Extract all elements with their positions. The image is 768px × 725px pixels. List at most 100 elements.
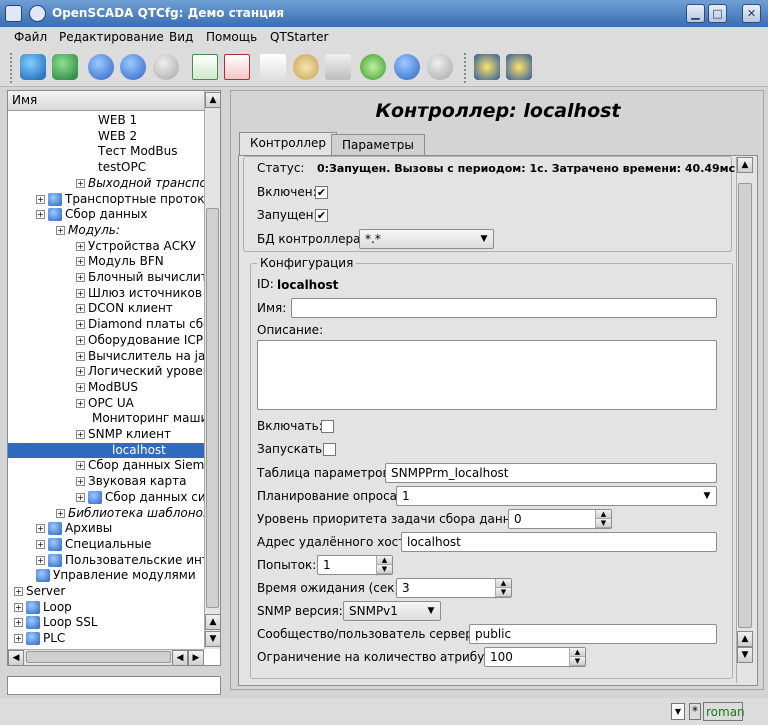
menu-file[interactable]: Файл: [14, 30, 47, 44]
expand-icon[interactable]: +: [76, 430, 85, 439]
expand-icon[interactable]: +: [76, 351, 85, 361]
expand-icon[interactable]: +: [76, 367, 85, 377]
expand-icon[interactable]: +: [36, 210, 45, 220]
expand-icon[interactable]: +: [76, 273, 85, 282]
spin-up-icon[interactable]: ▲: [496, 579, 511, 588]
spin-down-icon[interactable]: ▼: [377, 565, 392, 574]
panel-vertical-scrollbar[interactable]: ▲ ▲ ▼: [736, 157, 754, 683]
spin-up-icon[interactable]: ▲: [596, 510, 611, 519]
tree-item[interactable]: +Логический уровень: [76, 364, 204, 379]
expand-icon[interactable]: +: [36, 539, 45, 549]
scroll-right-icon[interactable]: ▶: [188, 650, 204, 666]
connect-icon[interactable]: [474, 54, 500, 80]
timeout-spinner[interactable]: ▲ ▼: [495, 579, 511, 599]
expand-icon[interactable]: +: [76, 492, 85, 502]
tab-controller[interactable]: Контроллер: [239, 132, 337, 156]
tree-item[interactable]: +Вычислитель на java: [76, 349, 204, 364]
tree-item[interactable]: +Блочный вычислитель: [76, 270, 204, 285]
tree-item[interactable]: + SNMP клиент: [76, 427, 171, 442]
toolbar-grip[interactable]: [10, 53, 13, 83]
priority-spinner[interactable]: ▲ ▼: [595, 510, 611, 530]
tree-item[interactable]: + Модуль BFN: [76, 254, 164, 269]
tree-item[interactable]: + Сбор данных системы: [76, 490, 204, 505]
navigation-tree[interactable]: Имя WEB 1 WEB 2 Тест ModBus testOPC + Выходно…: [7, 90, 221, 666]
retries-field[interactable]: 1 ▲ ▼: [317, 555, 393, 576]
tree-item[interactable]: + ModBUS: [76, 380, 138, 395]
scroll-left-icon-2[interactable]: ◀: [172, 650, 188, 666]
spin-down-icon[interactable]: ▼: [570, 657, 585, 666]
tree-item[interactable]: + OPC UA: [76, 396, 134, 411]
tree-item[interactable]: + Пользовательские интерфейсы: [36, 553, 204, 568]
close-icon[interactable]: ✕: [742, 4, 761, 23]
schedule-combo[interactable]: 1 ▼: [396, 486, 717, 506]
stop-icon[interactable]: [427, 54, 453, 80]
tree-vertical-scrollbar[interactable]: ▲ ▲ ▼: [204, 91, 221, 649]
expand-icon[interactable]: +: [36, 555, 45, 565]
expand-icon[interactable]: +: [76, 288, 85, 298]
tree-item[interactable]: localhost: [8, 442, 204, 458]
menu-view[interactable]: Вид: [169, 30, 193, 44]
expand-icon[interactable]: +: [14, 587, 23, 596]
running-checkbox[interactable]: ✔: [315, 209, 328, 222]
expand-icon[interactable]: +: [76, 304, 85, 314]
toolbar-grip-2[interactable]: [464, 53, 467, 83]
up-icon[interactable]: [88, 54, 114, 80]
expand-icon[interactable]: +: [36, 524, 45, 534]
tree-item[interactable]: + Транспортные протоколы: [36, 192, 204, 207]
tree-item[interactable]: +Diamond платы сбора: [76, 317, 204, 332]
tree-item[interactable]: + DCON клиент: [76, 301, 173, 316]
app-menu-icon[interactable]: [5, 5, 22, 22]
minimize-icon[interactable]: ▁: [686, 4, 705, 23]
tree-item[interactable]: Мониторинг машин: [92, 411, 204, 426]
expand-icon[interactable]: +: [14, 618, 23, 628]
tree-item[interactable]: +Оборудование ICP DAS: [76, 333, 204, 348]
tree-item[interactable]: + PLC: [14, 631, 65, 646]
user-indicator[interactable]: roman: [703, 702, 745, 721]
tree-item[interactable]: +Шлюз источников данных: [76, 286, 204, 301]
tree-item[interactable]: + Архивы: [36, 521, 112, 536]
tree-item[interactable]: + Сбор данных: [36, 207, 147, 222]
start-icon[interactable]: [394, 54, 420, 80]
chevron-down-icon[interactable]: ▼: [700, 489, 714, 503]
menu-edit[interactable]: Редактирование: [59, 30, 164, 44]
menu-qtstarter[interactable]: QTStarter: [270, 30, 328, 44]
tree-filter-field[interactable]: [7, 676, 221, 695]
enabled-checkbox[interactable]: ✔: [315, 186, 328, 199]
tab-parameters[interactable]: Параметры: [331, 134, 425, 155]
tree-item[interactable]: + Loop SSL: [14, 615, 98, 630]
tree-item[interactable]: Управление модулями: [36, 568, 196, 583]
scroll-down-icon[interactable]: ▼: [737, 647, 753, 663]
tree-hscroll-thumb[interactable]: [26, 651, 171, 663]
expand-icon[interactable]: +: [76, 382, 85, 392]
host-field[interactable]: localhost: [401, 532, 717, 552]
spin-up-icon[interactable]: ▲: [570, 648, 585, 657]
timeout-field[interactable]: 3 ▲ ▼: [396, 578, 512, 599]
panel-scroll-thumb[interactable]: [738, 183, 752, 628]
expand-icon[interactable]: +: [14, 634, 23, 644]
tree-item[interactable]: WEB 2: [98, 129, 137, 144]
to-start-checkbox[interactable]: [323, 443, 336, 456]
version-select[interactable]: SNMPv1 ▼: [343, 601, 441, 621]
community-field[interactable]: public: [469, 624, 717, 644]
tree-item[interactable]: WEB 1: [98, 113, 137, 128]
scroll-left-icon[interactable]: ◀: [8, 650, 24, 666]
tree-item[interactable]: + Устройства АСКУ: [76, 239, 196, 254]
pin-icon[interactable]: [29, 5, 46, 22]
db-select[interactable]: *.* ▼: [359, 229, 494, 249]
forward-icon[interactable]: [153, 54, 179, 80]
copy-icon[interactable]: [260, 54, 286, 80]
tree-item[interactable]: +Сбор данных Siemens: [76, 458, 204, 473]
tree-item[interactable]: + Модуль:: [56, 223, 120, 238]
tree-item[interactable]: testOPC: [98, 160, 146, 175]
tree-item[interactable]: Тест ModBus: [98, 144, 178, 159]
expand-icon[interactable]: +: [76, 178, 85, 188]
expand-icon[interactable]: +: [76, 398, 85, 408]
tree-item[interactable]: + Loop: [14, 600, 72, 615]
retries-spinner[interactable]: ▲ ▼: [376, 556, 392, 576]
tree-item[interactable]: + Библиотека шаблонов: [56, 506, 204, 521]
spin-down-icon[interactable]: ▼: [496, 588, 511, 597]
spin-up-icon[interactable]: ▲: [377, 556, 392, 565]
attr-limit-field[interactable]: 100 ▲ ▼: [484, 647, 586, 668]
priority-field[interactable]: 0 ▲ ▼: [508, 509, 612, 530]
tree-item[interactable]: +Выходной транспорт: [76, 176, 204, 191]
